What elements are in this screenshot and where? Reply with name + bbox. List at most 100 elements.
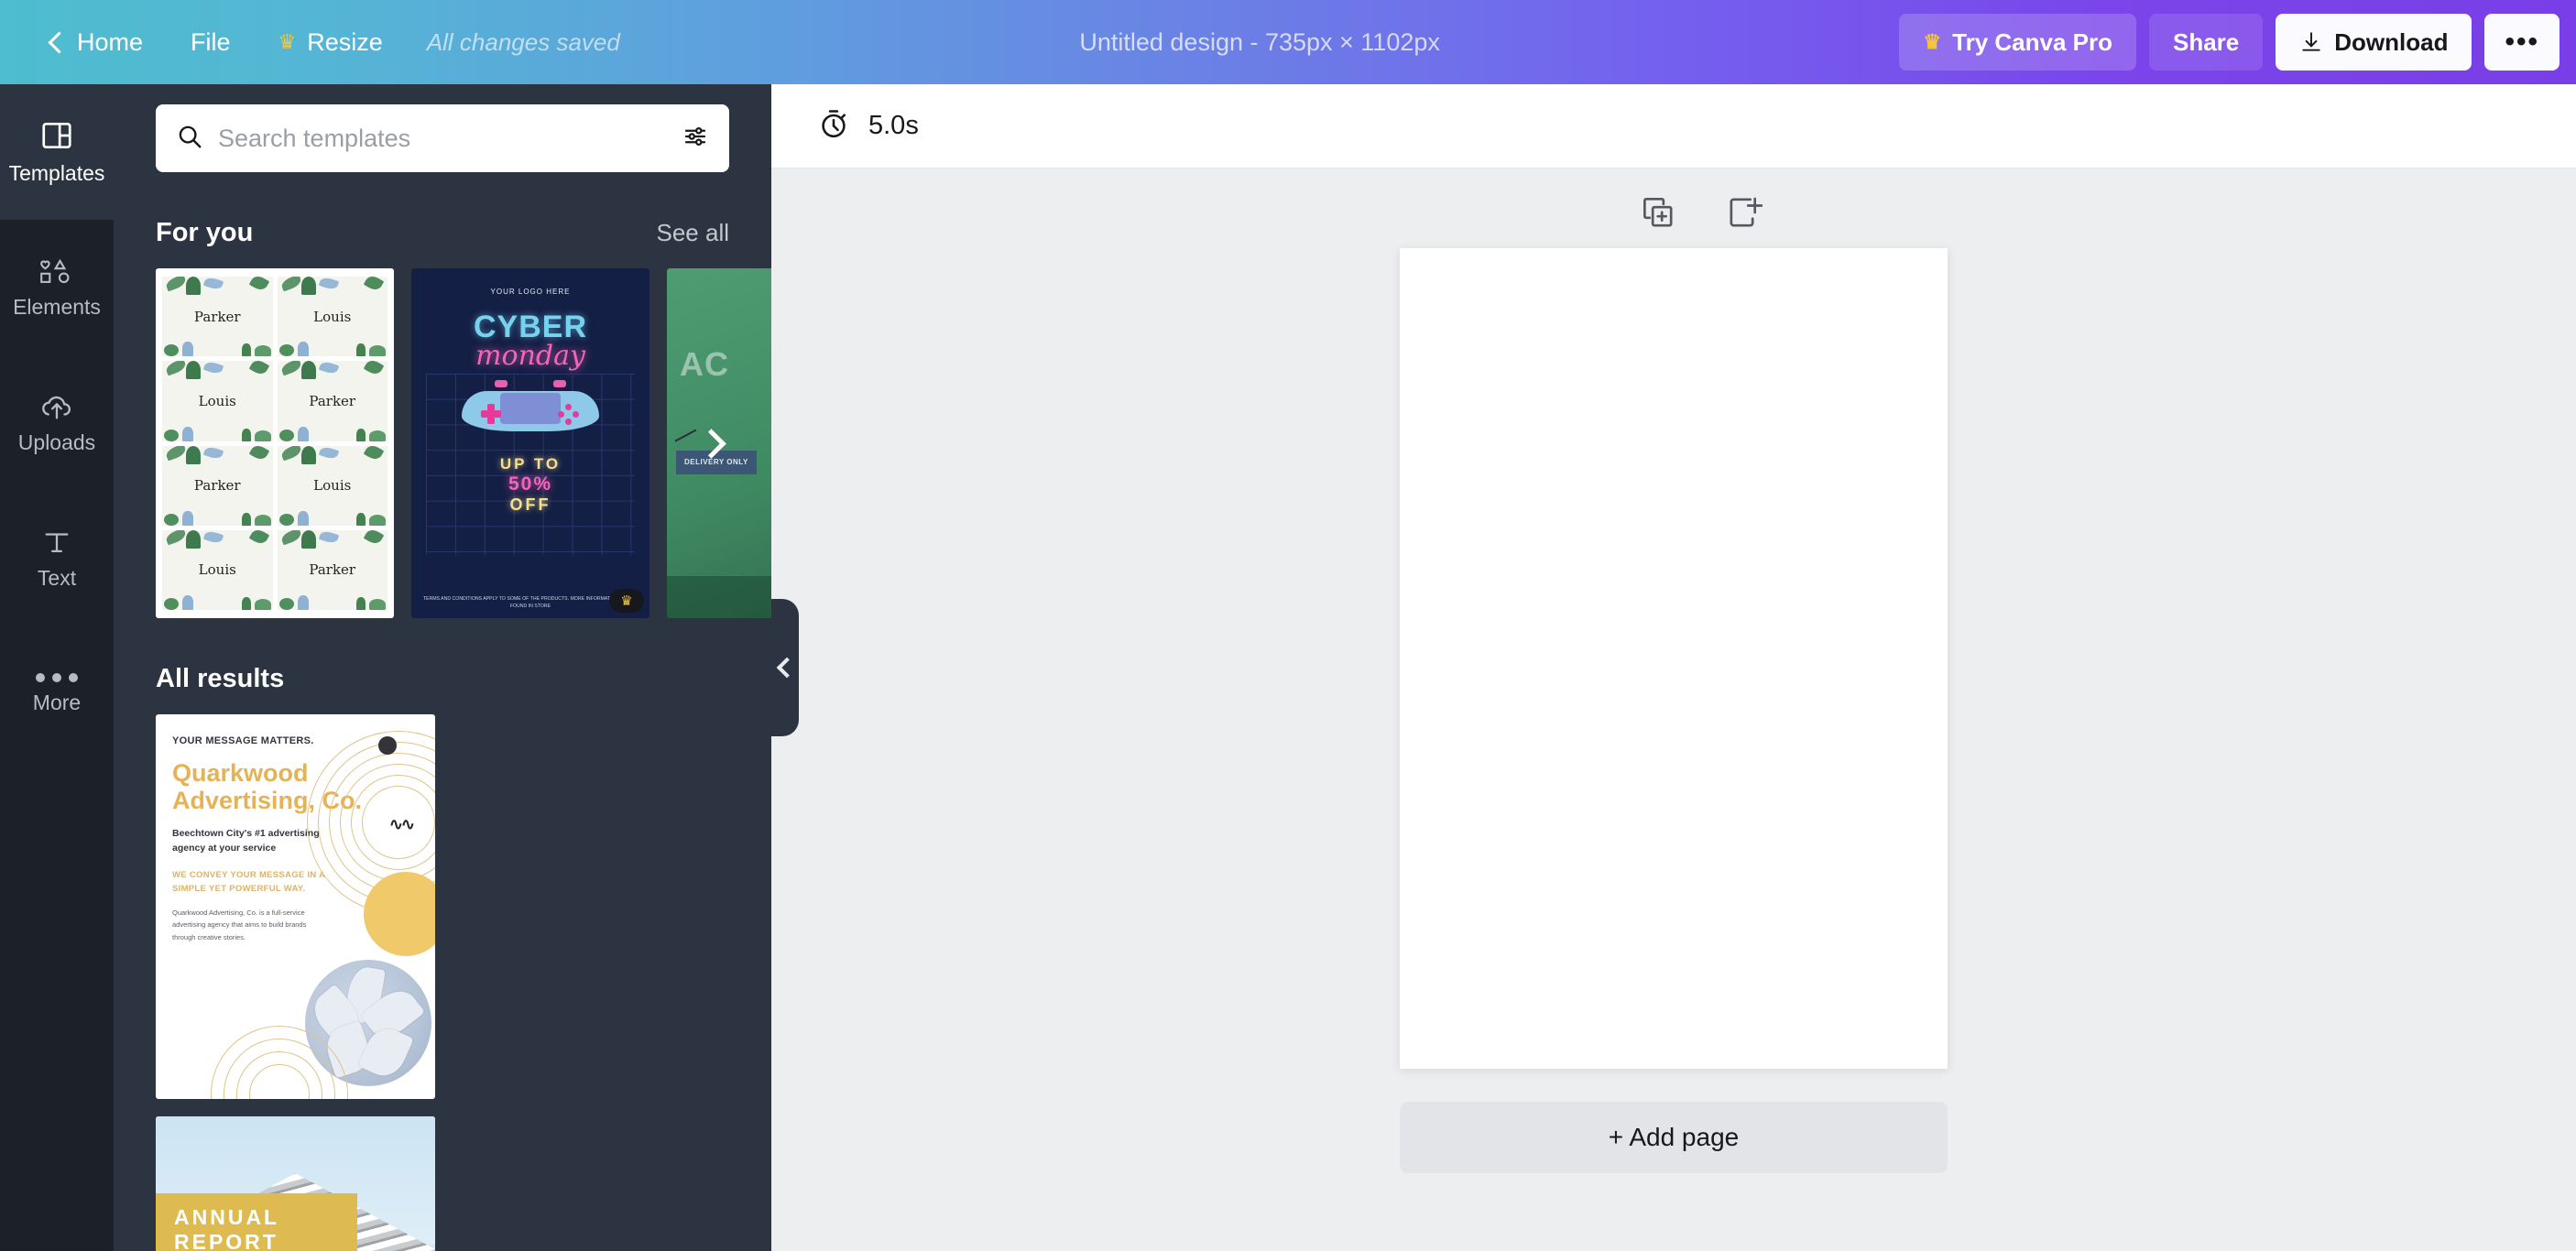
resize-button-label: Resize xyxy=(307,27,383,56)
place-card-name: Louis xyxy=(198,392,236,409)
duplicate-page-icon[interactable] xyxy=(1640,194,1676,235)
for-you-header: For you See all xyxy=(156,218,729,248)
file-menu-button[interactable]: File xyxy=(167,17,255,68)
timer-value: 5.0s xyxy=(868,111,919,140)
decorative-dot xyxy=(378,736,397,755)
design-page-1[interactable] xyxy=(1400,248,1948,1069)
template-card-botanical-place-cards[interactable]: Parker Louis Louis Parker Parker Louis L… xyxy=(156,268,394,618)
building-photo: ANNUAL REPORT xyxy=(156,1116,435,1251)
all-results-header: All results xyxy=(156,664,729,694)
page-tools xyxy=(1640,194,1763,235)
template-card-annual-report-cover[interactable]: ANNUAL REPORT PREPARED BY Joseph Langdon… xyxy=(156,1116,435,1251)
place-card-name: Louis xyxy=(198,561,236,579)
all-results-grid: ∿∿ YOUR MESSAGE MATTERS. Quarkwood Adver… xyxy=(156,714,729,1251)
elements-icon xyxy=(38,256,76,287)
add-page-button[interactable]: + Add page xyxy=(1400,1102,1948,1173)
place-card: Parker xyxy=(277,529,387,610)
header-left-group: Home File ♛ Resize All changes saved xyxy=(22,17,620,68)
home-button[interactable]: Home xyxy=(22,17,167,68)
templates-icon xyxy=(39,118,74,153)
download-button-label: Download xyxy=(2334,27,2449,56)
up-to-text: UP TO xyxy=(499,454,562,473)
home-button-label: Home xyxy=(77,27,144,56)
left-rail: Templates Elements Uploads Text More xyxy=(0,84,114,1251)
download-icon xyxy=(2299,30,2323,54)
place-card-name: Parker xyxy=(309,392,356,409)
templates-panel: Search templates For you See all Parker … xyxy=(114,84,771,1251)
resize-button[interactable]: ♛ Resize xyxy=(255,17,407,68)
place-card: Louis xyxy=(162,529,273,610)
flyer-body-text: Quarkwood Advertising, Co. is a full-ser… xyxy=(172,908,307,941)
crown-icon: ♛ xyxy=(609,589,644,613)
stopwatch-icon xyxy=(817,107,850,145)
place-card-name: Louis xyxy=(313,308,352,325)
more-options-button[interactable]: ••• xyxy=(2484,14,2560,71)
see-all-link[interactable]: See all xyxy=(657,219,730,247)
place-card-name: Parker xyxy=(193,308,241,325)
sidebar-item-uploads[interactable]: Uploads xyxy=(0,355,114,491)
template-card-quarkwood-advertising-flyer[interactable]: ∿∿ YOUR MESSAGE MATTERS. Quarkwood Adver… xyxy=(156,714,435,1099)
template-card-cyber-monday-poster[interactable]: YOUR LOGO HERE CYBER monday UP TO 50% OF… xyxy=(411,268,649,618)
place-card-name: Louis xyxy=(313,477,352,495)
uploads-icon xyxy=(38,391,75,422)
place-card: Louis xyxy=(162,361,273,441)
header-center-group: Untitled design - 735px × 1102px xyxy=(620,19,1900,66)
sidebar-item-more[interactable]: More xyxy=(0,626,114,762)
page-wrapper: + Add page xyxy=(1400,248,1948,1173)
poster-footer-band xyxy=(667,576,771,618)
poster-headline: AC xyxy=(680,345,729,384)
sidebar-item-text[interactable]: Text xyxy=(0,491,114,626)
section-title: All results xyxy=(156,664,285,693)
design-title[interactable]: Untitled design - 735px × 1102px xyxy=(1063,19,1457,66)
editor-toolbar: 5.0s xyxy=(771,84,2576,169)
place-card: Louis xyxy=(277,445,387,526)
crown-icon: ♛ xyxy=(278,30,297,53)
sidebar-item-label: Text xyxy=(37,566,77,590)
off-text: OFF xyxy=(509,495,551,514)
panel-scroll-region[interactable]: For you See all Parker Louis Louis Parke… xyxy=(114,172,771,1251)
download-button[interactable]: Download xyxy=(2276,14,2472,71)
panel-collapse-handle[interactable] xyxy=(771,599,799,736)
poster-subtitle: monday xyxy=(475,340,585,373)
save-status: All changes saved xyxy=(426,27,620,56)
place-card: Louis xyxy=(277,277,387,357)
sidebar-item-elements[interactable]: Elements xyxy=(0,220,114,355)
botanical-place-cards-art: Parker Louis Louis Parker Parker Louis L… xyxy=(156,268,394,618)
discount-percent: 50% xyxy=(508,473,553,495)
sidebar-item-label: More xyxy=(32,691,82,714)
logo-placeholder: YOUR LOGO HERE xyxy=(490,287,571,296)
sidebar-item-label: Templates xyxy=(8,161,105,185)
gamepad-illustration xyxy=(461,380,600,441)
more-dots-icon xyxy=(36,673,78,682)
title-band: ANNUAL REPORT xyxy=(156,1192,357,1251)
try-canva-pro-button[interactable]: ♛ Try Canva Pro xyxy=(1899,14,2136,71)
app-header: Home File ♛ Resize All changes saved Unt… xyxy=(0,0,2576,84)
place-card: Parker xyxy=(162,277,273,357)
report-title-line1: ANNUAL xyxy=(174,1204,280,1229)
search-icon xyxy=(176,123,203,155)
report-title-line2: REPORT xyxy=(174,1230,278,1251)
crown-icon: ♛ xyxy=(1923,30,1942,53)
decorative-wave: ∿∿ xyxy=(388,815,415,833)
share-button[interactable]: Share xyxy=(2149,14,2264,71)
editor-area: 5.0s + Add page xyxy=(771,84,2576,1251)
try-canva-pro-label: Try Canva Pro xyxy=(1952,27,2112,56)
place-card: Parker xyxy=(162,445,273,526)
sidebar-item-label: Elements xyxy=(13,295,101,319)
filter-sliders-icon[interactable] xyxy=(682,123,709,155)
share-button-label: Share xyxy=(2173,27,2240,56)
sidebar-item-templates[interactable]: Templates xyxy=(0,84,114,220)
chevron-right-icon[interactable] xyxy=(693,422,735,464)
ellipsis-icon: ••• xyxy=(2505,27,2539,57)
search-input[interactable]: Search templates xyxy=(218,125,667,153)
place-card: Parker xyxy=(277,361,387,441)
annual-report-cover-art: ANNUAL REPORT PREPARED BY Joseph Langdon… xyxy=(156,1116,435,1251)
for-you-carousel: Parker Louis Louis Parker Parker Louis L… xyxy=(156,268,771,618)
file-menu-label: File xyxy=(191,27,231,56)
search-area: Search templates xyxy=(114,84,771,172)
decorative-rings-bottom xyxy=(211,1026,348,1099)
canvas-area[interactable]: + Add page xyxy=(771,169,2576,1251)
text-icon xyxy=(41,527,72,558)
search-input-wrapper[interactable]: Search templates xyxy=(156,104,729,172)
add-page-icon[interactable] xyxy=(1726,194,1763,235)
